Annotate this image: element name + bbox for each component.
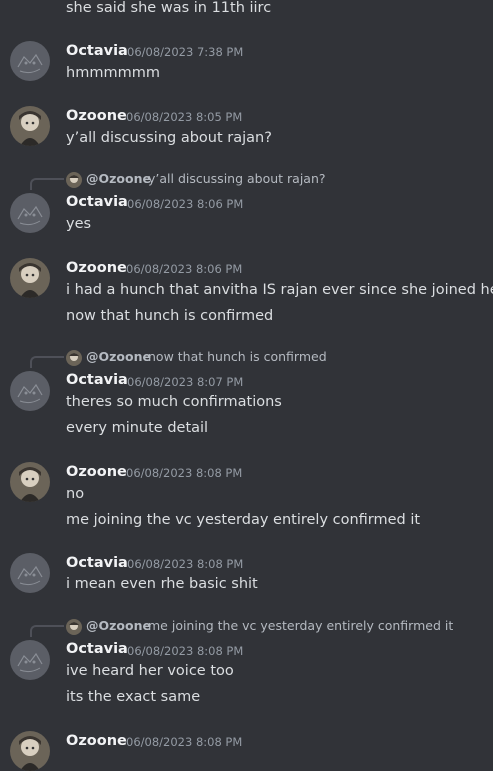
ozoone-mini-avatar xyxy=(66,619,82,635)
author-name[interactable]: Octavia xyxy=(66,193,128,211)
reply-connector xyxy=(30,356,64,368)
message-text: i mean even rhe basic shit xyxy=(66,576,258,592)
reply-text: now that hunch is confirmed xyxy=(148,349,327,364)
message-timestamp: 06/08/2023 7:38 PM xyxy=(127,45,244,59)
octavia-avatar[interactable] xyxy=(10,640,50,680)
reply-preview[interactable]: @Ozoone y’all discussing about rajan? xyxy=(0,169,493,190)
message-timestamp: 06/08/2023 8:08 PM xyxy=(127,644,244,658)
message-timestamp: 06/08/2023 8:05 PM xyxy=(126,110,243,124)
message-text: theres so much confirmations xyxy=(66,394,282,410)
message-text: now that hunch is confirmed xyxy=(66,308,274,324)
message-text: no xyxy=(66,486,85,502)
author-name[interactable]: Octavia xyxy=(66,371,128,389)
reply-connector xyxy=(30,625,64,637)
message-text: yes xyxy=(66,216,92,232)
reply-mention[interactable]: @Ozoone xyxy=(86,170,151,188)
reply-preview[interactable]: @Ozoone now that hunch is confirmed xyxy=(0,347,493,368)
ozoone-mini-avatar xyxy=(66,350,82,366)
author-name[interactable]: Ozoone xyxy=(66,259,127,277)
octavia-avatar[interactable] xyxy=(10,41,50,81)
message-text: me joining the vc yesterday entirely con… xyxy=(66,512,421,528)
ozoone-avatar[interactable] xyxy=(10,258,50,298)
message-text: ive heard her voice too xyxy=(66,663,234,679)
message-text: hmmmmmm xyxy=(66,65,160,81)
message-timestamp: 06/08/2023 8:07 PM xyxy=(127,375,244,389)
author-name[interactable]: Octavia xyxy=(66,640,128,658)
message-text: its the exact same xyxy=(66,689,201,705)
message-text: she said she was in 11th iirc xyxy=(66,0,272,16)
octavia-avatar[interactable] xyxy=(10,371,50,411)
message-text: i had a hunch that anvitha IS rajan ever… xyxy=(66,282,493,298)
octavia-avatar[interactable] xyxy=(10,553,50,593)
author-name[interactable]: Ozoone xyxy=(66,463,127,481)
reply-text: y’all discussing about rajan? xyxy=(148,171,326,186)
author-name[interactable]: Ozoone xyxy=(66,107,127,125)
octavia-avatar[interactable] xyxy=(10,193,50,233)
message-timestamp: 06/08/2023 8:06 PM xyxy=(126,262,243,276)
message-timestamp: 06/08/2023 8:08 PM xyxy=(126,735,243,749)
ozoone-mini-avatar xyxy=(66,172,82,188)
message-timestamp: 06/08/2023 8:08 PM xyxy=(127,557,244,571)
ozoone-avatar[interactable] xyxy=(10,462,50,502)
reply-mention[interactable]: @Ozoone xyxy=(86,617,151,635)
author-name[interactable]: Ozoone xyxy=(66,732,127,750)
author-name[interactable]: Octavia xyxy=(66,554,128,572)
reply-preview[interactable]: @Ozoone me joining the vc yesterday enti… xyxy=(0,616,493,637)
reply-text: me joining the vc yesterday entirely con… xyxy=(148,618,454,633)
reply-connector xyxy=(30,178,64,190)
ozoone-avatar[interactable] xyxy=(10,731,50,771)
ozoone-avatar[interactable] xyxy=(10,106,50,146)
reply-mention[interactable]: @Ozoone xyxy=(86,348,151,366)
message-text: y’all discussing about rajan? xyxy=(66,130,272,146)
author-name[interactable]: Octavia xyxy=(66,42,128,60)
message-timestamp: 06/08/2023 8:06 PM xyxy=(127,197,244,211)
message-text: every minute detail xyxy=(66,420,209,436)
message-timestamp: 06/08/2023 8:08 PM xyxy=(126,466,243,480)
